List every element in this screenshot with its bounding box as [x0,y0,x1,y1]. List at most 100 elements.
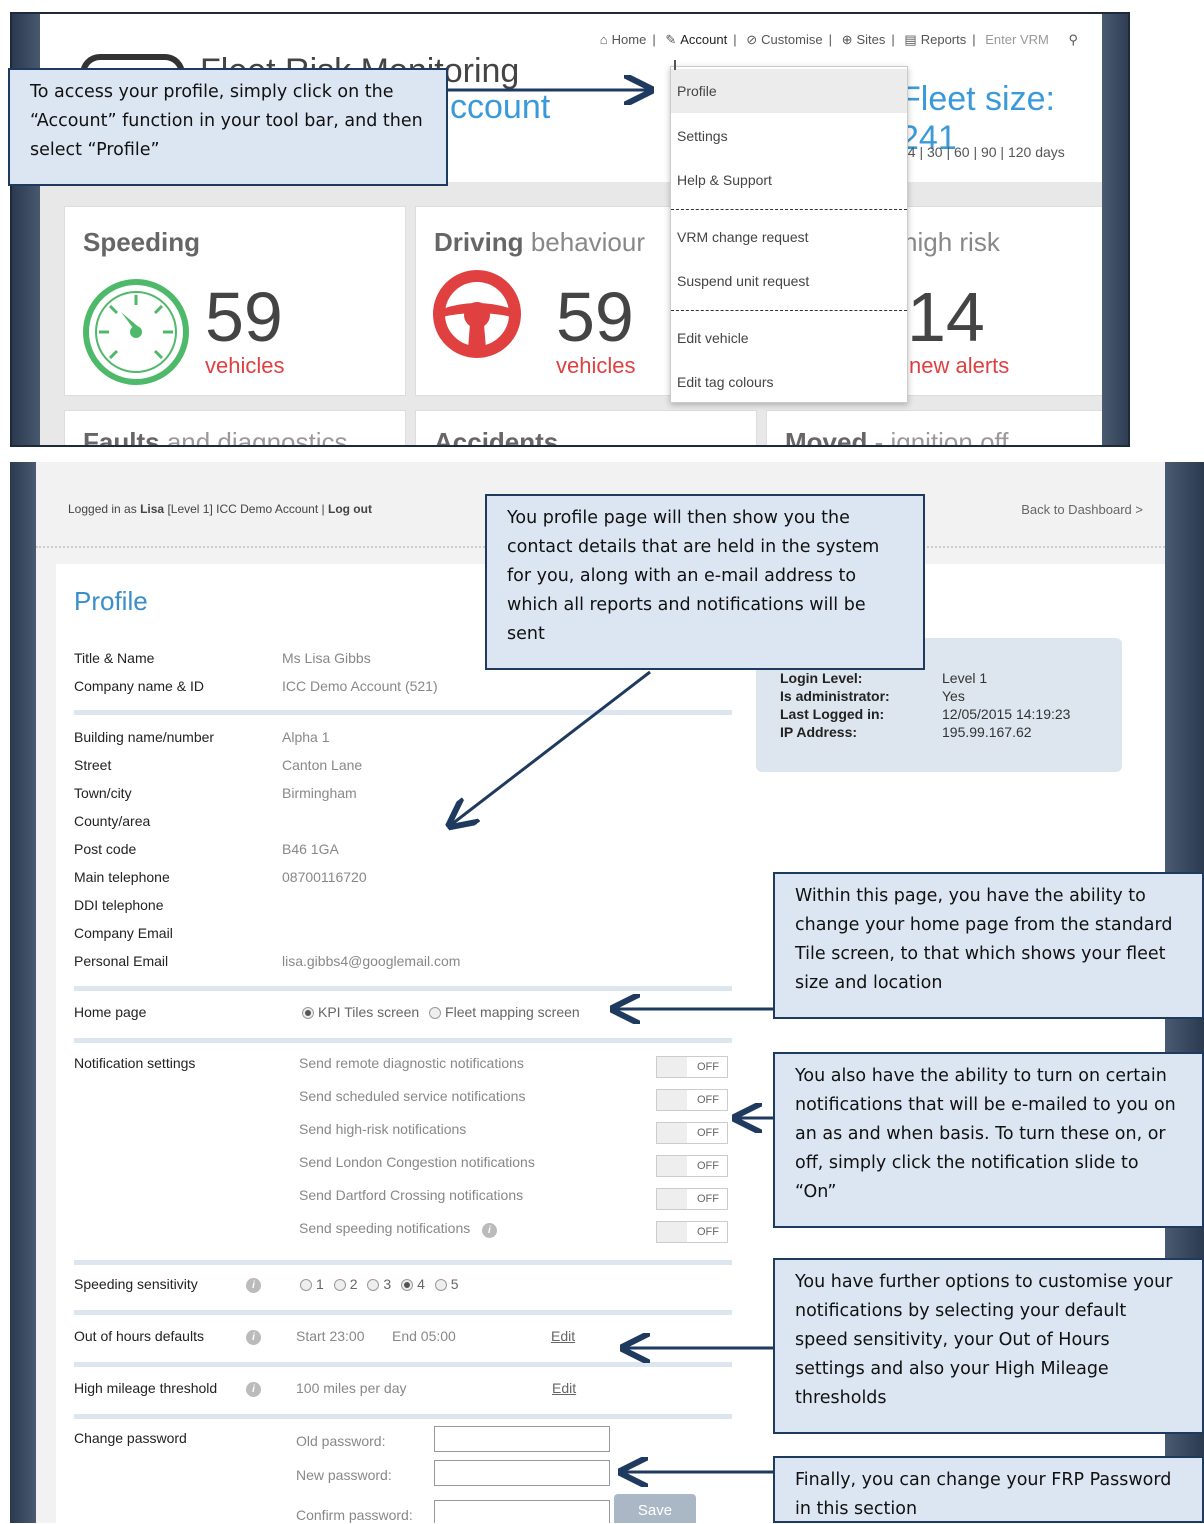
notifications-label: Notification settings [74,1055,196,1071]
field-label: Company name & ID [74,678,204,694]
notification-label: Send speeding notifications i [299,1220,497,1238]
nav-reports[interactable]: Reports [921,32,967,47]
radio-fleet-mapping[interactable] [429,1007,442,1020]
info-icon[interactable]: i [246,1382,261,1397]
info-icon[interactable]: i [246,1278,261,1293]
radio-sensitivity-3[interactable] [367,1279,380,1292]
field-value: lisa.gibbs4@googlemail.com [282,953,461,969]
field-value: Alpha 1 [282,729,330,745]
field-label: Post code [74,841,137,857]
callout-password: Finally, you can change your FRP Passwor… [773,1456,1204,1523]
field-label: Main telephone [74,869,170,885]
info-icon[interactable]: i [481,1223,497,1238]
menu-divider [671,209,907,210]
info-icon[interactable]: i [246,1330,261,1345]
top-nav: ⌂ Home | ✎ Account | ⊘ Customise | ⊕ Sites | ▤ Re… [599,32,1078,47]
confirm-password-input[interactable] [434,1500,610,1523]
account-name: ccount [450,88,551,126]
tile-title: Speeding [83,227,201,257]
home-icon: ⌂ [599,32,608,47]
nav-customise[interactable]: Customise [761,32,822,47]
field-label: Building name/number [74,729,215,745]
field-label: Personal Email [74,953,169,969]
accidents-tile[interactable]: Accidents [415,410,757,447]
tile-title: Faults and diagnostics [83,427,348,447]
reports-icon: ▤ [904,32,917,47]
homepage-options: KPI Tiles screen Fleet mapping screen [296,1004,580,1020]
edit-icon: ✎ [665,32,677,47]
mileage-value: 100 miles per day [296,1380,407,1396]
nav-sites[interactable]: Sites [857,32,886,47]
field-value: 08700116720 [282,869,367,885]
ooh-edit-link[interactable]: Edit [551,1328,575,1344]
field-value: ICC Demo Account (521) [282,678,438,694]
info-value: 12/05/2015 14:19:23 [942,706,1071,722]
field-value: Ms Lisa Gibbs [282,650,371,666]
info-value: Level 1 [942,670,988,686]
menu-settings[interactable]: Settings [671,114,907,158]
toggle-state: OFF [697,1226,719,1238]
notification-toggle[interactable]: OFF [656,1221,728,1243]
page-title: Profile [74,586,148,616]
speedometer-icon [83,279,189,385]
radio-sensitivity-2[interactable] [333,1279,346,1292]
radio-kpi-tiles[interactable] [302,1007,314,1020]
old-password-label: Old password: [296,1433,386,1449]
radio-sensitivity-4[interactable] [401,1279,414,1292]
logout-link[interactable]: Log out [328,502,372,516]
section-divider [74,1260,732,1265]
info-value: Yes [942,688,965,704]
sensitivity-label: Speeding sensitivity [74,1276,198,1292]
notification-toggle[interactable]: OFF [656,1122,728,1144]
tile-unit: new alerts [909,353,1010,378]
tile-value: 59 [556,278,634,356]
day-range-selector[interactable]: 14 | 30 | 60 | 90 | 120 days [900,144,1065,160]
notification-toggle[interactable]: OFF [656,1188,728,1210]
sensitivity-options: 1 2 3 4 5 [294,1276,459,1292]
old-password-input[interactable] [434,1426,610,1452]
tile-title: Moved - ignition off [785,427,1009,447]
notification-toggle[interactable]: OFF [656,1155,728,1177]
tile-value: 59 [205,278,283,356]
info-key: IP Address: [780,724,858,740]
menu-edit-tag-colours[interactable]: Edit tag colours [671,360,907,404]
speeding-tile[interactable]: Speeding 59 vehicles [64,206,406,396]
menu-help-support[interactable]: Help & Support [671,158,907,202]
info-key: Last Logged in: [780,706,885,722]
section-divider [74,1310,732,1315]
tile-title: Accidents [434,427,559,447]
nav-account[interactable]: Account [680,32,727,47]
toggle-state: OFF [697,1094,719,1106]
menu-profile[interactable]: Profile [671,69,907,113]
confirm-password-label: Confirm password: [296,1507,413,1523]
menu-suspend-unit[interactable]: Suspend unit request [671,259,907,303]
search-icon[interactable]: ⚲ [1068,32,1078,47]
info-value: 195.99.167.62 [942,724,1032,740]
password-label: Change password [74,1430,187,1446]
field-label: DDI telephone [74,897,164,913]
field-label: Town/city [74,785,132,801]
nav-enter-vrm[interactable]: Enter VRM [985,32,1049,47]
section-divider [74,1038,732,1043]
moved-tile[interactable]: Moved - ignition off [766,410,1102,447]
notification-label: Send Dartford Crossing notifications [299,1187,524,1203]
nav-home[interactable]: Home [612,32,647,47]
notification-label: Send remote diagnostic notifications [299,1055,524,1071]
new-password-input[interactable] [434,1460,610,1486]
tile-value: 14 [907,278,985,356]
field-label: Title & Name [74,650,155,666]
callout-options: You have further options to customise yo… [773,1258,1204,1434]
mileage-edit-link[interactable]: Edit [552,1380,576,1396]
menu-edit-vehicle[interactable]: Edit vehicle [671,316,907,360]
tile-title: high risk [903,227,1000,257]
mileage-label: High mileage threshold [74,1380,218,1396]
back-to-dashboard-link[interactable]: Back to Dashboard > [1021,502,1143,517]
radio-sensitivity-5[interactable] [434,1279,447,1292]
save-button[interactable]: Save [614,1494,696,1523]
notification-toggle[interactable]: OFF [656,1089,728,1111]
tile-unit: vehicles [556,353,636,378]
notification-toggle[interactable]: OFF [656,1056,728,1078]
faults-tile[interactable]: Faults and diagnostics [64,410,406,447]
radio-sensitivity-1[interactable] [300,1279,312,1292]
menu-vrm-change[interactable]: VRM change request [671,215,907,259]
